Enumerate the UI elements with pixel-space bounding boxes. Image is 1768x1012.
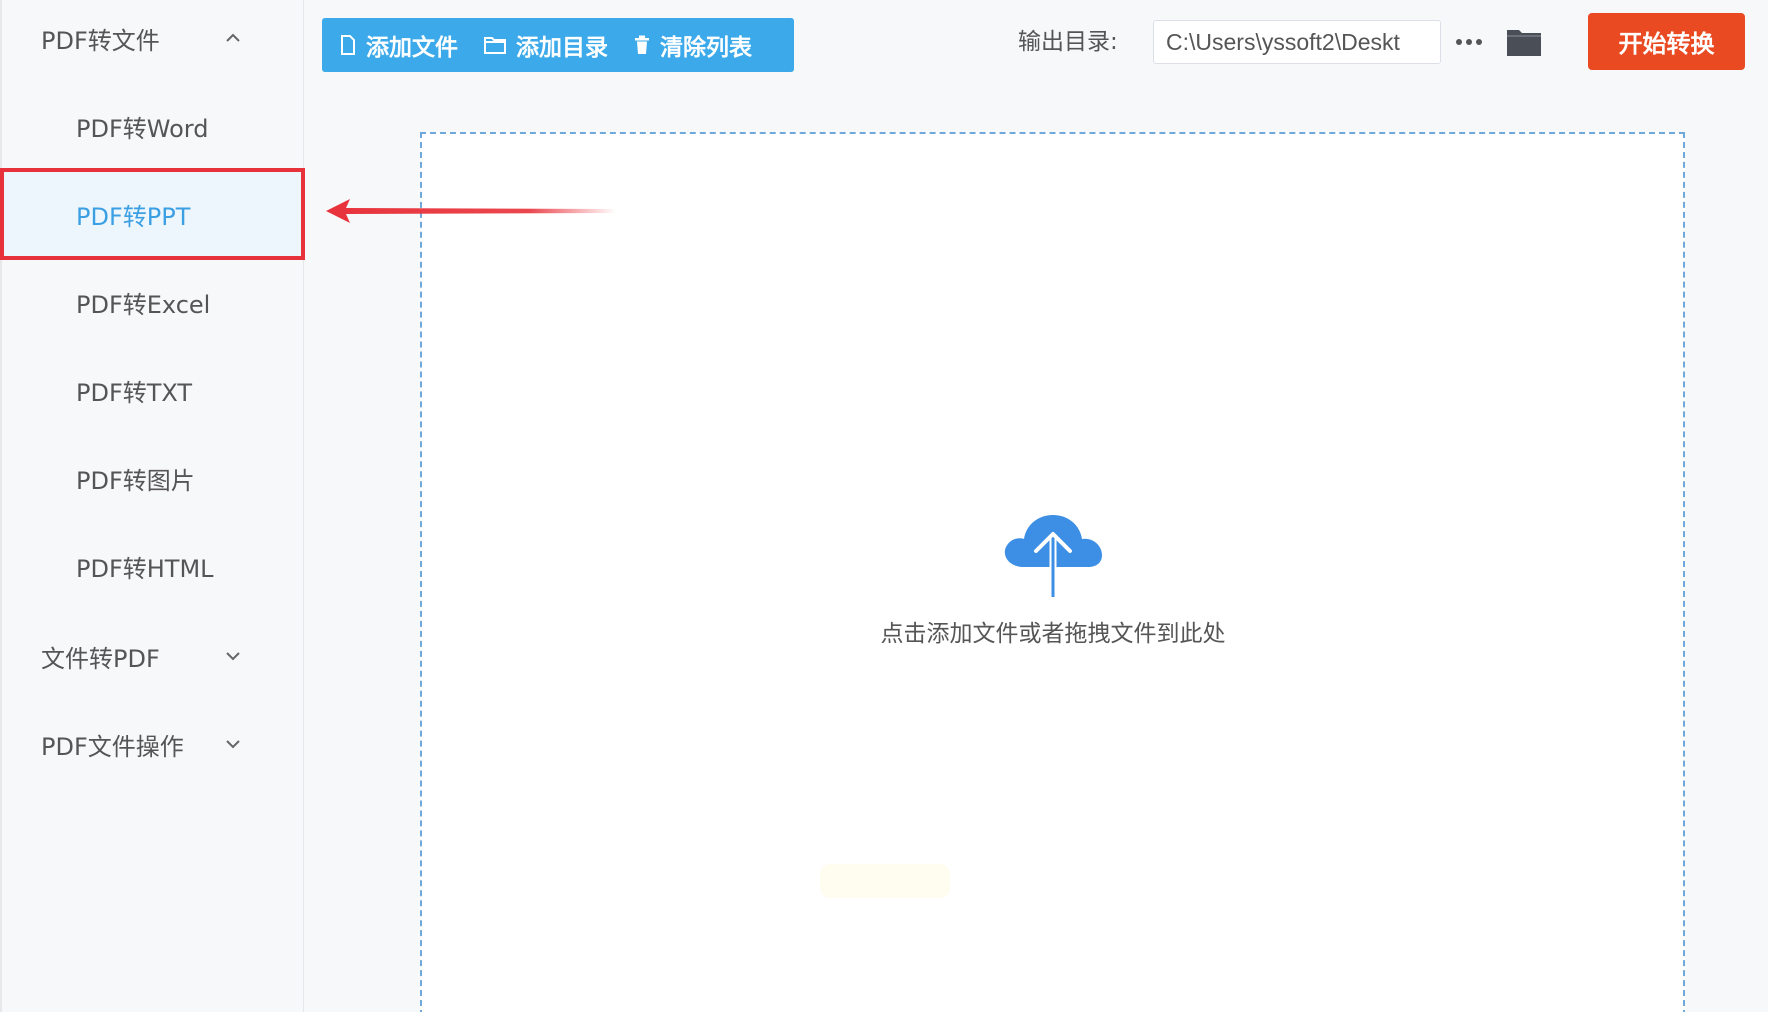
sidebar-group-pdf-to-file[interactable]: PDF转文件 xyxy=(0,5,304,71)
start-convert-button[interactable]: 开始转换 xyxy=(1588,13,1745,70)
add-directory-label: 添加目录 xyxy=(516,35,608,61)
drop-zone-hint: 点击添加文件或者拖拽文件到此处 xyxy=(880,621,1226,647)
add-file-label: 添加文件 xyxy=(366,35,458,61)
sidebar-group-label: 文件转PDF xyxy=(41,644,160,673)
more-options-button[interactable] xyxy=(1452,24,1486,60)
sidebar-item-pdf-to-word[interactable]: PDF转Word xyxy=(0,82,304,170)
sidebar-item-label: PDF转PPT xyxy=(76,202,191,231)
chevron-down-icon xyxy=(226,652,240,661)
sidebar-group-label: PDF文件操作 xyxy=(41,732,184,761)
cloud-upload-icon[interactable] xyxy=(998,505,1108,600)
sidebar-item-pdf-to-txt[interactable]: PDF转TXT xyxy=(0,346,304,434)
ellipsis-icon xyxy=(1456,39,1482,45)
sidebar-group-file-to-pdf[interactable]: 文件转PDF xyxy=(0,623,304,689)
faint-highlight xyxy=(820,864,950,898)
sidebar-item-label: PDF转TXT xyxy=(76,378,193,407)
start-convert-label: 开始转换 xyxy=(1618,30,1715,58)
clear-list-button[interactable]: 清除列表 xyxy=(634,28,752,62)
trash-icon xyxy=(635,35,649,54)
add-file-button[interactable]: 添加文件 xyxy=(340,28,458,62)
sidebar-item-label: PDF转Word xyxy=(76,114,209,143)
add-directory-button[interactable]: 添加目录 xyxy=(484,28,608,62)
output-directory-label: 输出目录: xyxy=(1018,29,1118,55)
sidebar: PDF转文件 PDF转Word PDF转PPT PDF转Excel PDF转TX… xyxy=(0,0,305,1012)
sidebar-item-label: PDF转Excel xyxy=(76,290,211,319)
file-icon xyxy=(341,35,355,55)
sidebar-item-label: PDF转图片 xyxy=(76,466,195,495)
sidebar-item-pdf-to-ppt[interactable]: PDF转PPT xyxy=(0,168,305,260)
sidebar-item-pdf-to-excel[interactable]: PDF转Excel xyxy=(0,258,304,346)
sidebar-item-label: PDF转HTML xyxy=(76,554,214,583)
sidebar-group-pdf-operations[interactable]: PDF文件操作 xyxy=(0,711,304,777)
output-directory-input[interactable] xyxy=(1153,20,1441,64)
sidebar-item-pdf-to-html[interactable]: PDF转HTML xyxy=(0,522,304,610)
file-action-button-group: 添加文件 添加目录 清除列表 xyxy=(322,18,794,72)
folder-icon[interactable] xyxy=(1505,22,1543,60)
red-arrow-icon xyxy=(326,199,616,223)
clear-list-label: 清除列表 xyxy=(660,35,752,61)
folder-outline-icon xyxy=(484,37,506,54)
chevron-up-icon xyxy=(226,33,240,42)
chevron-down-icon xyxy=(226,740,240,749)
sidebar-item-pdf-to-image[interactable]: PDF转图片 xyxy=(0,434,304,522)
sidebar-group-label: PDF转文件 xyxy=(41,26,160,55)
